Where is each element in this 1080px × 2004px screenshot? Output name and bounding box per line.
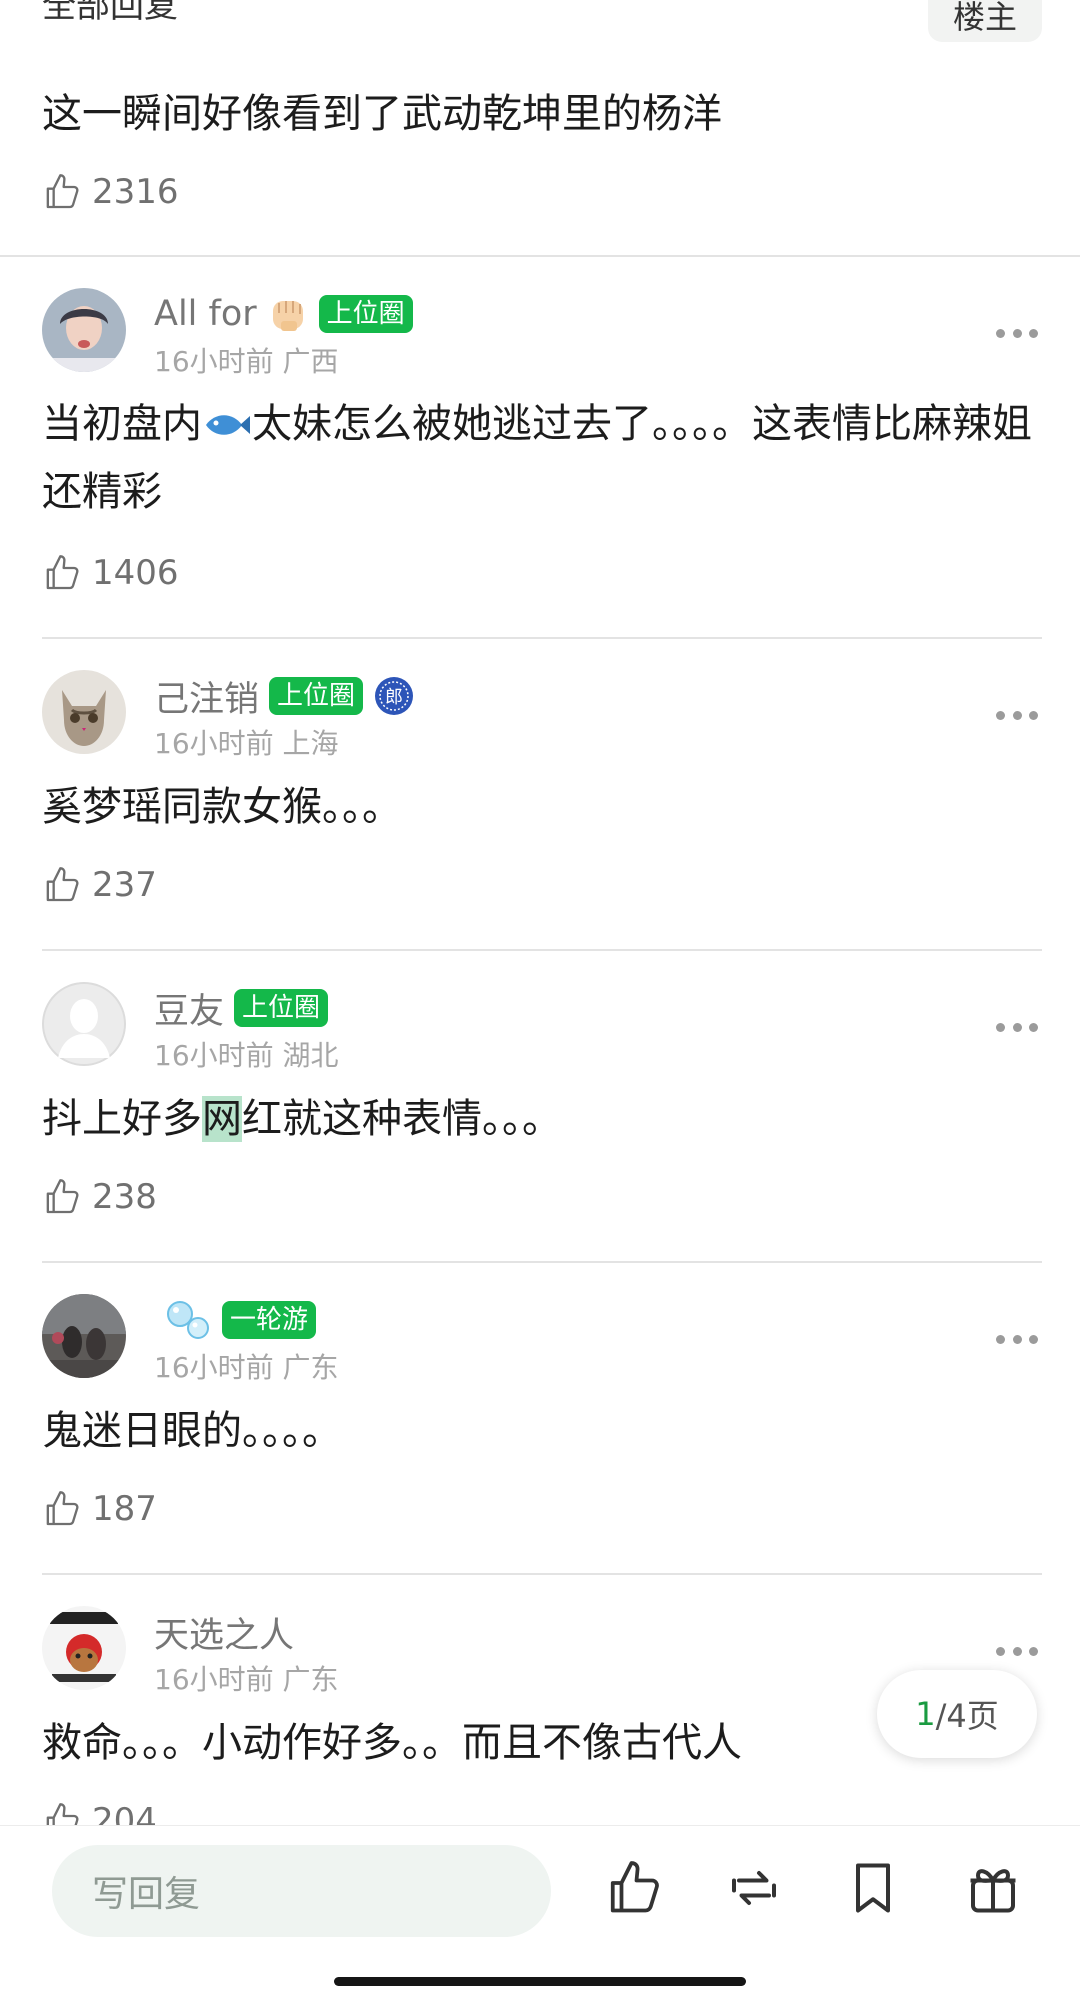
fist-emoji-icon — [272, 301, 303, 331]
avatar[interactable] — [42, 288, 126, 372]
current-page: 1 — [915, 1695, 936, 1733]
bubbles-icon — [167, 1301, 209, 1339]
divider — [42, 637, 1042, 639]
avatar[interactable] — [42, 670, 126, 754]
gift-icon[interactable] — [963, 1858, 1023, 1918]
avatar[interactable] — [42, 982, 126, 1066]
comment-meta: 16小时前 上海 — [154, 722, 339, 762]
username[interactable]: 天选之人 — [154, 1607, 294, 1658]
like-button[interactable]: 238 — [42, 1172, 157, 1222]
username[interactable]: 己注销 — [154, 671, 259, 722]
like-count: 238 — [92, 1177, 157, 1217]
all-replies-header: 全部回复 — [42, 0, 178, 26]
svg-text:郎: 郎 — [385, 687, 403, 708]
comment-location: 上海 — [282, 727, 339, 760]
repost-icon[interactable] — [724, 1858, 784, 1918]
avatar[interactable] — [42, 1606, 126, 1690]
comment-text-part: 当初盘内 — [42, 401, 202, 447]
comment-location: 广东 — [282, 1351, 339, 1384]
comment-meta: 16小时前 广西 — [154, 340, 339, 380]
more-options-button[interactable] — [996, 709, 1038, 721]
seal-badge-icon: 郎 — [375, 677, 414, 715]
like-count: 1406 — [92, 553, 179, 593]
comment-text: 抖上好多网红就这种表情。。。 — [42, 1085, 1042, 1153]
more-options-button[interactable] — [996, 1021, 1038, 1033]
comment-text: 这一瞬间好像看到了武动乾坤里的杨洋 — [42, 91, 722, 137]
comment-meta: 16小时前 广东 — [154, 1658, 339, 1698]
comment-text-part: 抖上好多 — [42, 1096, 202, 1142]
divider — [0, 255, 1080, 257]
like-count: 187 — [92, 1489, 157, 1529]
thumbs-up-icon — [46, 174, 79, 209]
user-badge: 上位圈 — [269, 677, 364, 715]
owner-only-button[interactable]: 楼主 — [928, 0, 1042, 42]
divider — [42, 949, 1042, 951]
like-count: 2316 — [92, 172, 179, 212]
username[interactable]: 豆友 — [154, 983, 224, 1034]
more-options-button[interactable] — [996, 1333, 1038, 1345]
comment-time: 16小时前 — [154, 345, 274, 378]
fish-emoji-icon — [206, 415, 250, 435]
comment-location: 湖北 — [282, 1039, 339, 1072]
more-options-button[interactable] — [996, 327, 1038, 339]
comment-time: 16小时前 — [154, 727, 274, 760]
divider — [42, 1261, 1042, 1263]
username[interactable]: All for — [154, 294, 257, 334]
comment-text: 奚梦瑶同款女猴。。。 — [42, 784, 402, 830]
home-indicator — [334, 1977, 746, 1986]
comment-meta: 16小时前 广东 — [154, 1346, 339, 1386]
comment-text-part: 红就这种表情。。。 — [242, 1096, 562, 1142]
comment-location: 广西 — [282, 345, 339, 378]
like-button[interactable]: 237 — [42, 860, 157, 910]
thumbs-up-icon — [46, 867, 79, 902]
bookmark-icon[interactable] — [843, 1858, 903, 1918]
comment-meta: 16小时前 湖北 — [154, 1034, 339, 1074]
highlighted-search-term[interactable]: 网 — [202, 1096, 242, 1142]
comment-time: 16小时前 — [154, 1663, 274, 1696]
thumbs-up-icon — [46, 1179, 79, 1214]
like-button[interactable]: 2316 — [42, 167, 179, 217]
reply-input[interactable]: 写回复 — [52, 1845, 551, 1937]
comment-text: 当初盘内 太妹怎么被她逃过去了。。。。这表情比麻辣姐还精彩 — [42, 390, 1042, 526]
like-button[interactable]: 187 — [42, 1484, 157, 1534]
comment-time: 16小时前 — [154, 1351, 274, 1384]
comment-text: 鬼迷日眼的。。。。 — [42, 1408, 342, 1454]
thumbs-up-icon — [46, 555, 79, 590]
like-icon[interactable] — [604, 1858, 664, 1918]
divider — [42, 1573, 1042, 1575]
total-pages: /4页 — [935, 1697, 999, 1735]
user-badge: 上位圈 — [234, 989, 329, 1027]
like-button[interactable]: 1406 — [42, 548, 179, 598]
comment-time: 16小时前 — [154, 1039, 274, 1072]
like-count: 237 — [92, 865, 157, 905]
avatar[interactable] — [42, 1294, 126, 1378]
page-indicator[interactable]: 1/4页 — [877, 1670, 1037, 1758]
user-badge: 一轮游 — [222, 1301, 317, 1339]
comment-location: 广东 — [282, 1663, 339, 1696]
user-badge: 上位圈 — [318, 295, 413, 333]
thumbs-up-icon — [46, 1491, 79, 1526]
more-options-button[interactable] — [996, 1645, 1038, 1657]
